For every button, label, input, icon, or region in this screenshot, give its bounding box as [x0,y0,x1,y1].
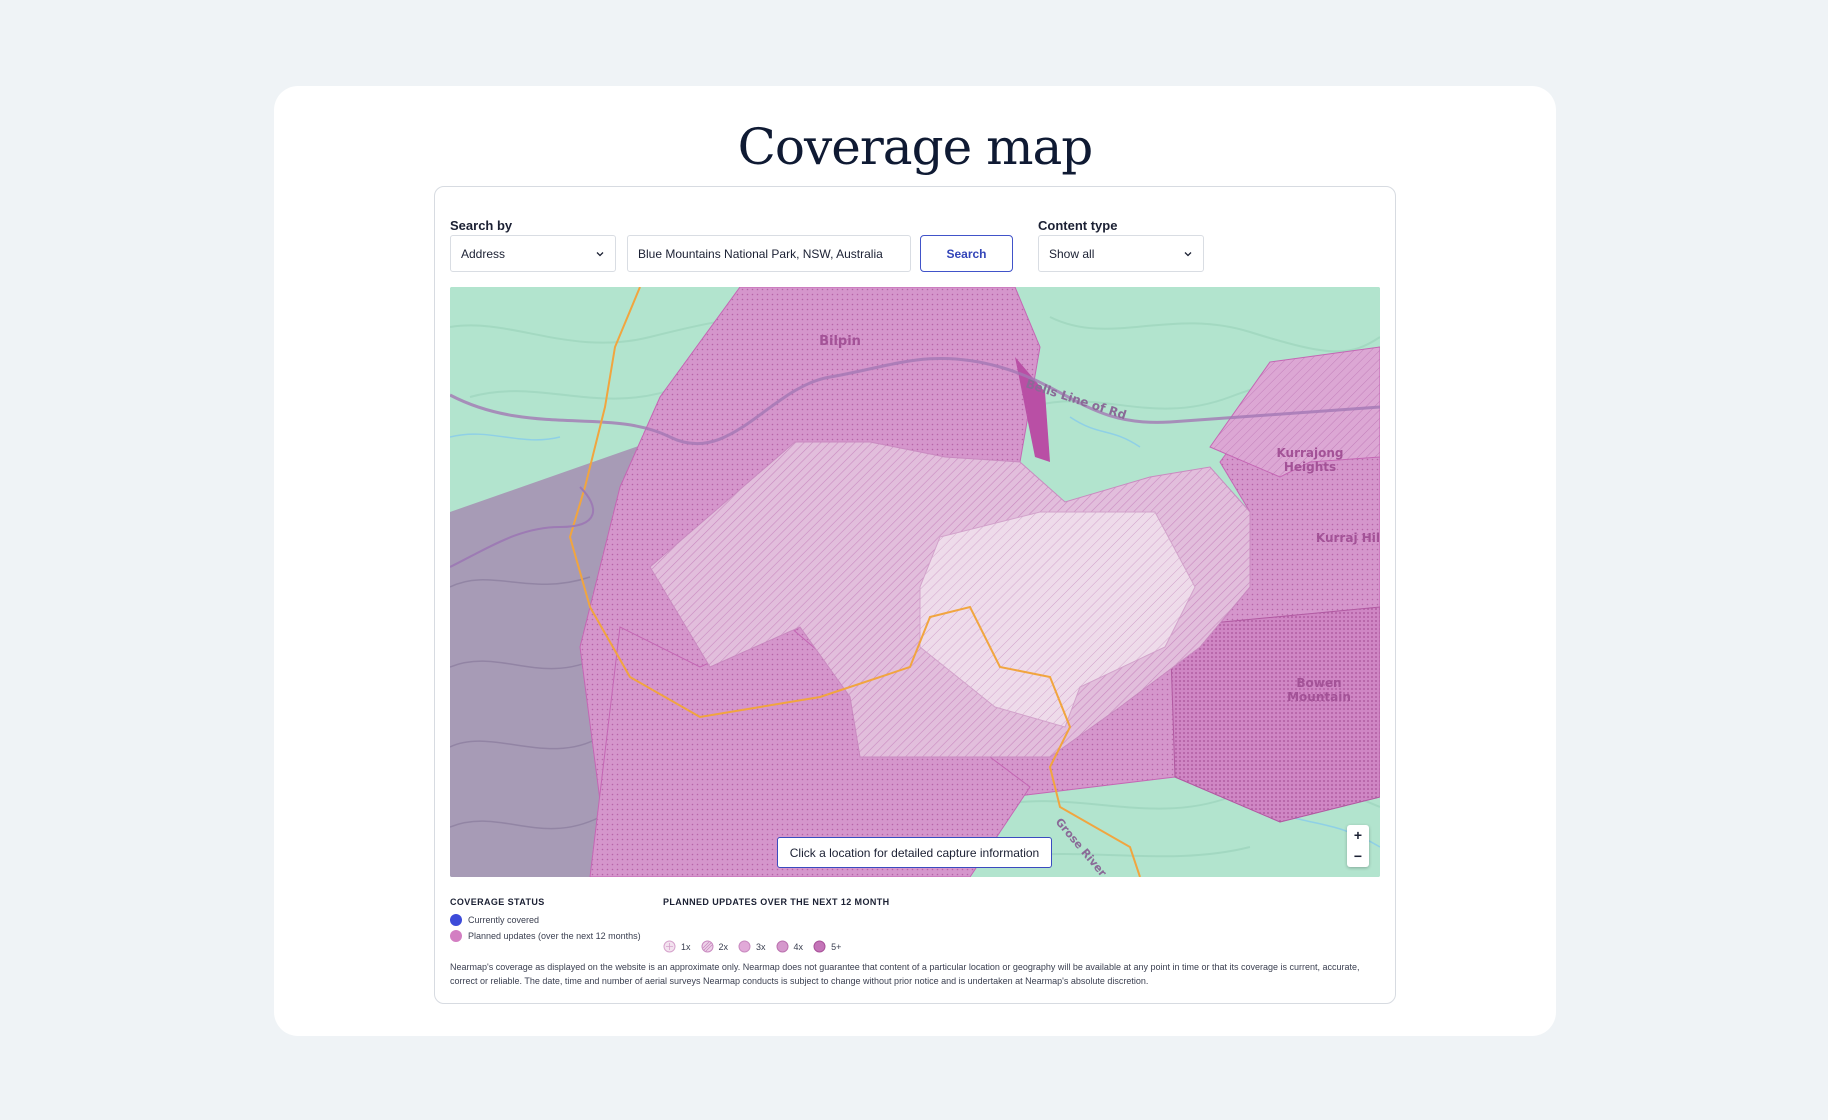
frequency-legend: 1x 2x 3x 4x 5+ [663,940,851,953]
covered-dot-icon [450,914,462,926]
frequency-1x-icon [663,940,676,953]
place-label-bowen: Bowen [1296,676,1341,690]
content-type-label: Content type [1038,218,1118,233]
map-tooltip: Click a location for detailed capture in… [777,837,1052,868]
chevron-down-icon [596,251,604,256]
page-title: Coverage map [737,118,1094,176]
place-label-heights: Heights [1284,460,1336,474]
coverage-map[interactable]: Bilpin Bells Line of Rd Kurrajong Height… [450,287,1380,877]
search-by-label: Search by [450,218,513,233]
search-by-value: Address [461,246,506,261]
place-label-bilpin: Bilpin [819,334,861,349]
frequency-3x-label: 3x [756,941,766,952]
content-type-select[interactable]: Show all [1038,235,1204,272]
search-by-select[interactable]: Address [450,235,616,272]
planned-dot-icon [450,930,462,942]
frequency-5plus-label: 5+ [831,941,842,952]
frequency-1x-label: 1x [681,941,691,952]
zoom-in-button[interactable]: + [1347,825,1369,846]
coverage-panel: Search by Address Search Content type Sh… [434,186,1396,1004]
coverage-card: Coverage map Search by Address Search Co… [274,86,1556,1036]
legend-planned-updates-label: Planned updates (over the next 12 months… [468,931,641,941]
frequency-item-1x: 1x [663,940,691,953]
disclaimer-text: Nearmap's coverage as displayed on the w… [450,962,1360,986]
frequency-4x-icon [776,940,789,953]
chevron-down-icon [1184,251,1192,256]
frequency-2x-label: 2x [718,941,729,952]
zoom-out-button[interactable]: − [1347,846,1369,867]
map-canvas[interactable]: Bilpin Bells Line of Rd Kurrajong Height… [450,287,1380,877]
frequency-item-5plus: 5+ [813,940,841,953]
frequency-item-2x: 2x [701,940,729,953]
place-label-kurrajong: Kurrajong [1276,446,1343,460]
legend-planned-updates: Planned updates (over the next 12 months… [450,930,641,942]
place-label-mountain: Mountain [1287,690,1351,704]
frequency-2x-icon [701,940,714,953]
legend-currently-covered-label: Currently covered [468,915,540,925]
address-input[interactable] [627,235,911,272]
search-button[interactable]: Search [920,235,1013,272]
planned-updates-title: PLANNED UPDATES OVER THE NEXT 12 MONTH [663,897,890,907]
frequency-4x-label: 4x [793,941,804,952]
frequency-item-4x: 4x [776,940,804,953]
content-type-value: Show all [1049,246,1095,261]
zoom-controls: + − [1347,825,1369,867]
place-label-kurrajong-hills: Kurraj Hil [1316,531,1380,545]
frequency-item-3x: 3x [738,940,766,953]
frequency-3x-icon [738,940,751,953]
frequency-5plus-icon [813,940,826,953]
coverage-status-title: COVERAGE STATUS [450,897,545,907]
legend-currently-covered: Currently covered [450,914,539,926]
